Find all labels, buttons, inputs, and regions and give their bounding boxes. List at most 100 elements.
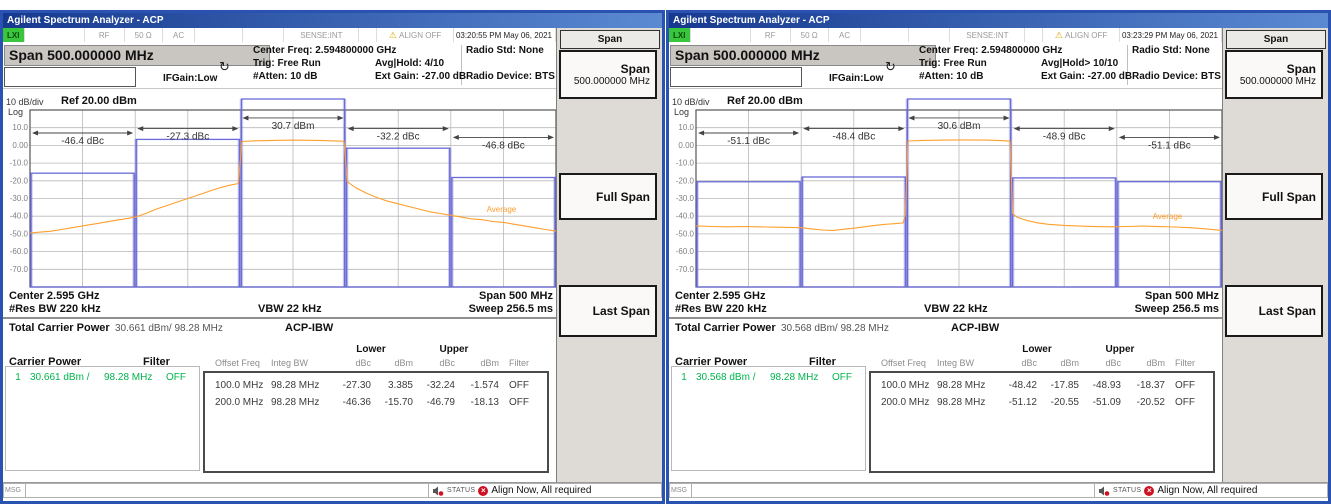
sweep-footer: Sweep 256.5 ms [1089,303,1219,315]
annunciator-spacer [359,28,377,42]
svg-text:-50.0: -50.0 [10,229,29,238]
span-footer: Span 500 MHz [1089,290,1219,302]
annunciator-spacer [1025,28,1043,42]
softkey-span[interactable]: Span 500.000000 MHz [559,50,657,99]
svg-text:-40.0: -40.0 [676,212,695,221]
status-message[interactable]: Align Now, All required [1157,485,1257,496]
measurement-mode-label: ACP-IBW [285,322,333,334]
annunciator-bar: LXI RF 50 Ω AC SENSE:INT ⚠ ALIGN OFF 03:… [3,28,556,43]
softkey-full-span[interactable]: Full Span [1225,173,1323,220]
col-integ-bw: Integ BW [937,358,999,368]
svg-text:30.6 dBm: 30.6 dBm [938,121,981,132]
softkey-full-span[interactable]: Full Span [559,173,657,220]
lower-group-header: Lower [997,344,1077,355]
entry-box[interactable] [670,67,802,87]
softkey-menu: Span Span 500.000000 MHz Full Span Last … [556,28,663,482]
window-titlebar[interactable]: Agilent Spectrum Analyzer - ACP [3,13,662,28]
window-title: Agilent Spectrum Analyzer - ACP [7,15,164,26]
center-freq-footer: Center 2.595 GHz [9,290,99,302]
svg-text:-32.2 dBc: -32.2 dBc [377,132,420,143]
align-annunciator: ⚠ ALIGN OFF [377,28,454,42]
col-filter: Filter [499,358,539,368]
col-upper-dbc: dBc [413,358,455,368]
msg-cell: MSG [3,483,26,498]
annunciator-spacer [691,28,751,42]
analyzer-window: Agilent Spectrum Analyzer - ACP LXI RF 5… [666,10,1331,504]
avg-hold-readout: Avg|Hold: 4/10 [375,58,444,69]
status-area: STATUS × Align Now, All required [429,483,662,498]
error-icon: × [1144,486,1154,496]
carrier-row: 1 30.661 dBm / 98.28 MHz OFF [6,370,199,385]
coupling-annunciator: AC [829,28,862,42]
settings-summary: Center Freq: 2.594800000 GHz Radio Std: … [919,45,1222,85]
softkey-last-span[interactable]: Last Span [559,285,657,337]
rf-annunciator: RF [751,28,791,42]
svg-text:-50.0: -50.0 [676,229,695,238]
svg-text:-70.0: -70.0 [10,265,29,274]
status-area: STATUS × Align Now, All required [1095,483,1328,498]
svg-text:-30.0: -30.0 [676,194,695,203]
svg-text:-46.4 dBc: -46.4 dBc [61,136,104,147]
annunciator-spacer [243,28,285,42]
sense-annunciator: SENSE:INT [284,28,359,42]
window-titlebar[interactable]: Agilent Spectrum Analyzer - ACP [669,13,1328,28]
measurement-bar: Span 500.000000 MHz IFGain:Low ↻ Center … [3,42,556,89]
lxi-indicator: LXI [669,28,691,42]
svg-text:0.00: 0.00 [12,141,28,150]
continuous-sweep-icon: ↻ [885,59,896,75]
total-carrier-power-label: Total Carrier Power [675,322,776,334]
align-annunciator-label: ALIGN OFF [1065,31,1107,40]
annunciator-bar: LXI RF 50 Ω AC SENSE:INT ⚠ ALIGN OFF 03:… [669,28,1222,43]
ifgain-label: IFGain:Low [829,73,883,84]
analyzer-window: Agilent Spectrum Analyzer - ACP LXI RF 5… [0,10,665,504]
offset-results-table: 100.0 MHz 98.28 MHz -27.30 3.385 -32.24 … [203,371,549,473]
svg-text:30.7 dBm: 30.7 dBm [272,121,315,132]
col-filter: Filter [1165,358,1205,368]
align-annunciator: ⚠ ALIGN OFF [1043,28,1120,42]
sweep-footer: Sweep 256.5 ms [423,303,553,315]
msg-cell: MSG [669,483,692,498]
entry-box[interactable] [4,67,136,87]
svg-text:-30.0: -30.0 [10,194,29,203]
softkey-last-span[interactable]: Last Span [1225,285,1323,337]
svg-text:-20.0: -20.0 [10,176,29,185]
status-message[interactable]: Align Now, All required [491,485,591,496]
rf-annunciator: RF [85,28,125,42]
annunciator-spacer [861,28,908,42]
radio-std-readout: Radio Std: None [466,45,544,56]
svg-text:-48.4 dBc: -48.4 dBc [832,132,875,143]
softkey-menu: Span Span 500.000000 MHz Full Span Last … [1222,28,1329,482]
carrier-row: 1 30.568 dBm / 98.28 MHz OFF [672,370,865,385]
col-offset-freq: Offset Freq [881,358,937,368]
svg-text:Average: Average [1153,212,1183,221]
message-area [692,483,1095,498]
svg-text:-10.0: -10.0 [676,159,695,168]
table-row: 200.0 MHz 98.28 MHz -51.12 -20.55 -51.09… [871,394,1213,411]
svg-text:-70.0: -70.0 [676,265,695,274]
softkey-span[interactable]: Span 500.000000 MHz [1225,50,1323,99]
carrier-power-table: 1 30.661 dBm / 98.28 MHz OFF [5,366,200,471]
svg-text:-27.3 dBc: -27.3 dBc [166,132,209,143]
menu-title: Span [560,30,660,49]
offset-results-table: 100.0 MHz 98.28 MHz -48.42 -17.85 -48.93… [869,371,1215,473]
svg-text:-46.8 dBc: -46.8 dBc [482,140,525,151]
continuous-sweep-icon: ↻ [219,59,230,75]
vbw-footer: VBW 22 kHz [258,303,322,315]
ext-gain-readout: Ext Gain: -27.00 dB [1041,71,1132,82]
radio-std-readout: Radio Std: None [1132,45,1210,56]
measurement-mode-label: ACP-IBW [951,322,999,334]
measurement-bar: Span 500.000000 MHz IFGain:Low ↻ Center … [669,42,1222,89]
spectrum-plot: 10.00.00-10.0-20.0-30.0-40.0-50.0-60.0-7… [669,95,1222,290]
trigger-readout: Trig: Free Run [253,58,321,69]
svg-text:-10.0: -10.0 [10,159,29,168]
col-lower-dbc: dBc [333,358,371,368]
total-carrier-power-value: 30.661 dBm/ 98.28 MHz [115,323,223,334]
sense-annunciator: SENSE:INT [950,28,1025,42]
svg-text:-48.9 dBc: -48.9 dBc [1043,132,1086,143]
spectrum-plot: 10.00.00-10.0-20.0-30.0-40.0-50.0-60.0-7… [3,95,556,290]
center-freq-readout: Center Freq: 2.594800000 GHz [919,45,1062,56]
center-freq-footer: Center 2.595 GHz [675,290,765,302]
error-icon: × [478,486,488,496]
align-warning-icon: ⚠ [1055,30,1063,41]
impedance-annunciator: 50 Ω [791,28,829,42]
